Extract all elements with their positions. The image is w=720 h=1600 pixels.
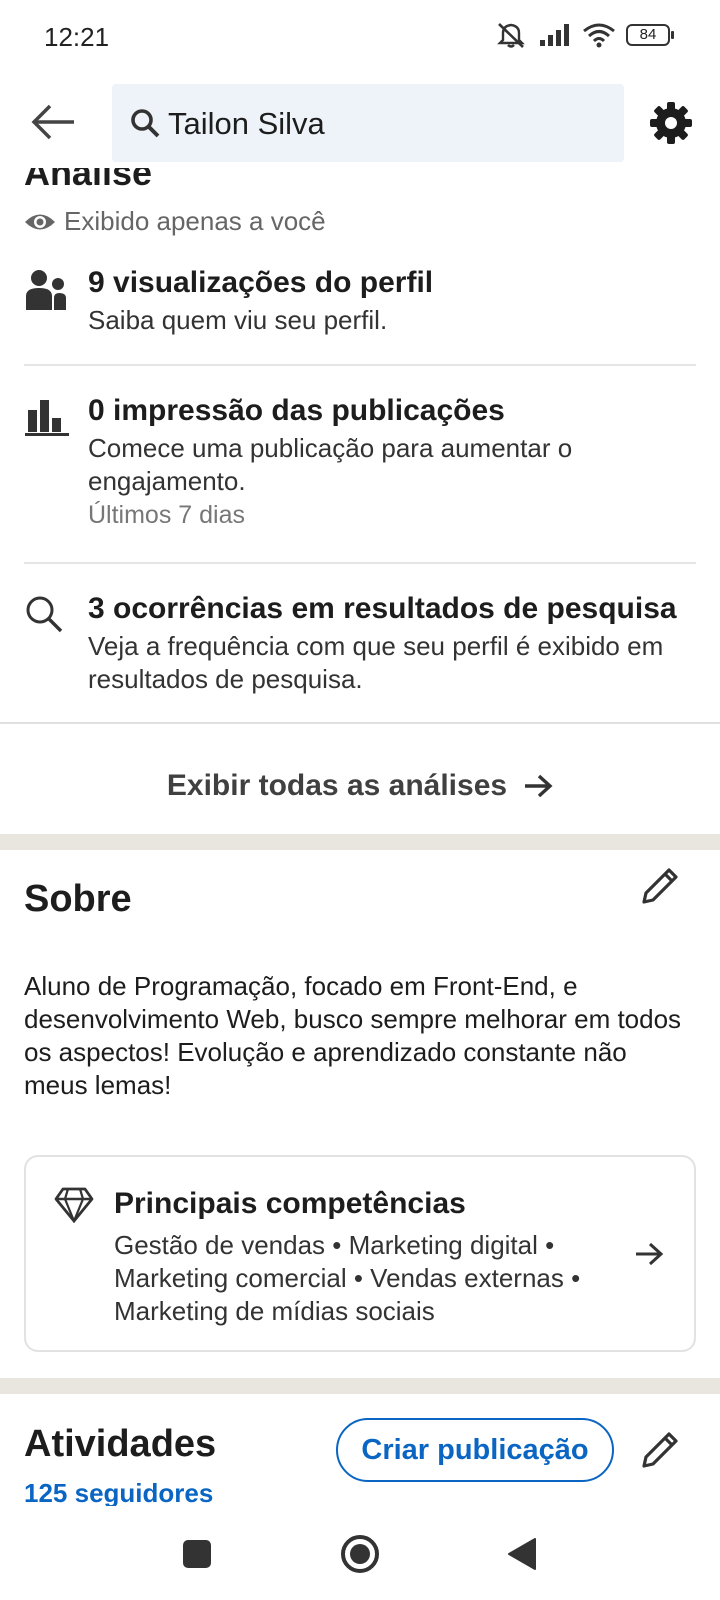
top-skills-card[interactable]: Principais competências Gestão de vendas… — [24, 1155, 696, 1352]
pencil-icon — [642, 868, 678, 904]
section-separator — [0, 1378, 720, 1394]
edit-about-button[interactable] — [636, 862, 684, 910]
search-input[interactable]: Tailon Silva — [112, 84, 624, 162]
arrow-right-icon — [525, 774, 553, 798]
wifi-icon — [582, 22, 616, 48]
profile-views-title: 9 visualizações do perfil — [88, 266, 434, 299]
post-impressions-title: 0 impressão das publicações — [88, 394, 505, 427]
post-impressions-subtitle: Comece uma publicação para aumentar o en… — [88, 433, 573, 496]
search-appearances-title: 3 ocorrências em resultados de pesquisa — [88, 592, 677, 625]
diamond-icon — [54, 1187, 94, 1228]
back-button[interactable] — [30, 102, 78, 142]
search-icon — [24, 594, 72, 642]
profile-views-item[interactable]: 9 visualizações do perfil Saiba quem viu… — [24, 264, 696, 354]
edit-activities-button[interactable] — [636, 1426, 684, 1474]
people-icon — [24, 268, 72, 316]
privacy-note: Exibido apenas a você — [24, 206, 326, 237]
square-icon — [183, 1540, 211, 1568]
analysis-title: Análise — [24, 168, 153, 193]
status-icons: 84 — [494, 20, 674, 50]
system-nav-bar — [0, 1508, 720, 1600]
pencil-icon — [642, 1432, 678, 1468]
home-button[interactable] — [336, 1530, 384, 1578]
post-impressions-item[interactable]: 0 impressão das publicações Comece uma p… — [24, 392, 696, 542]
profile-views-subtitle: Saiba quem viu seu perfil. — [88, 305, 388, 335]
divider — [24, 364, 696, 366]
back-arrow-icon — [31, 104, 74, 140]
divider — [0, 722, 720, 724]
battery-icon: 84 — [626, 24, 674, 46]
recents-button[interactable] — [173, 1530, 221, 1578]
mute-icon — [494, 20, 528, 50]
top-bar: Tailon Silva — [0, 78, 720, 168]
arrow-right-icon — [634, 1241, 664, 1272]
search-appearances-subtitle: Veja a frequência com que seu perfil é e… — [88, 631, 664, 694]
status-bar: 12:21 84 — [0, 0, 720, 78]
about-text: Aluno de Programação, focado em Front-En… — [24, 971, 682, 1100]
section-separator — [0, 834, 720, 850]
create-post-label: Criar publicação — [361, 1433, 589, 1466]
about-title: Sobre — [24, 878, 132, 920]
search-appearances-item[interactable]: 3 ocorrências em resultados de pesquisa … — [24, 590, 696, 700]
followers-clip: 125 seguidores — [24, 1476, 324, 1506]
home-circle-icon — [341, 1535, 379, 1573]
divider — [24, 562, 696, 564]
create-post-button[interactable]: Criar publicação — [336, 1418, 614, 1482]
bar-chart-icon — [24, 396, 72, 444]
eye-icon — [25, 214, 55, 229]
triangle-back-icon — [508, 1538, 536, 1570]
search-icon — [130, 108, 160, 143]
settings-button[interactable] — [648, 100, 694, 146]
show-all-analytics-button[interactable]: Exibir todas as análises — [0, 738, 720, 834]
back-nav-button[interactable] — [498, 1530, 546, 1578]
status-time: 12:21 — [44, 22, 110, 52]
privacy-label: Exibido apenas a você — [64, 206, 326, 236]
search-value: Tailon Silva — [168, 106, 325, 141]
activities-title: Atividades — [24, 1423, 217, 1465]
followers-link[interactable]: 125 seguidores — [24, 1476, 324, 1506]
top-skills-list: Gestão de vendas • Marketing digital • M… — [114, 1230, 581, 1326]
analysis-title-clip: Análise — [24, 168, 424, 196]
show-all-analytics-label: Exibir todas as análises — [166, 769, 508, 802]
signal-icon — [538, 23, 572, 47]
gear-icon — [650, 102, 692, 144]
top-skills-title: Principais competências — [114, 1187, 466, 1220]
post-impressions-period: Últimos 7 dias — [88, 501, 245, 529]
